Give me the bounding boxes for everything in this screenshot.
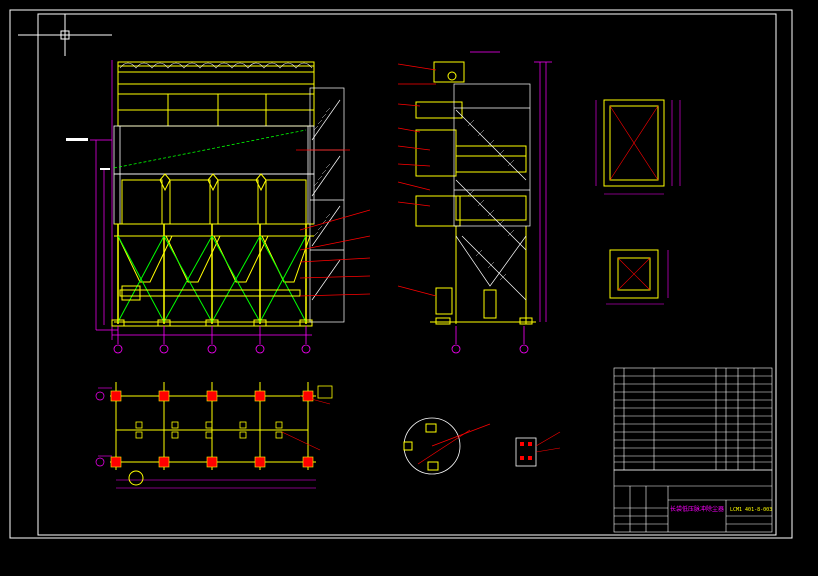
drawing-title: 长袋低压脉冲除尘器 (670, 505, 724, 513)
foundation-plan-view (95, 382, 333, 489)
outer-frame (9, 9, 793, 539)
cad-drawing-canvas: 长袋低压脉冲除尘器 LCM1 401-8-003 (9, 9, 793, 539)
title-block (613, 469, 773, 533)
outlet-detail-view (606, 249, 669, 305)
drawing-number: LCM1 401-8-003 (730, 507, 772, 513)
anchor-detail-view (515, 431, 561, 467)
front-elevation-view (66, 60, 371, 354)
inlet-detail-view (595, 99, 681, 195)
side-elevation-view (397, 51, 552, 354)
cad-crosshair-cursor (18, 14, 112, 56)
parts-list-table (613, 367, 773, 471)
ash-hopper-detail-view (403, 417, 491, 475)
inner-frame (37, 13, 777, 536)
